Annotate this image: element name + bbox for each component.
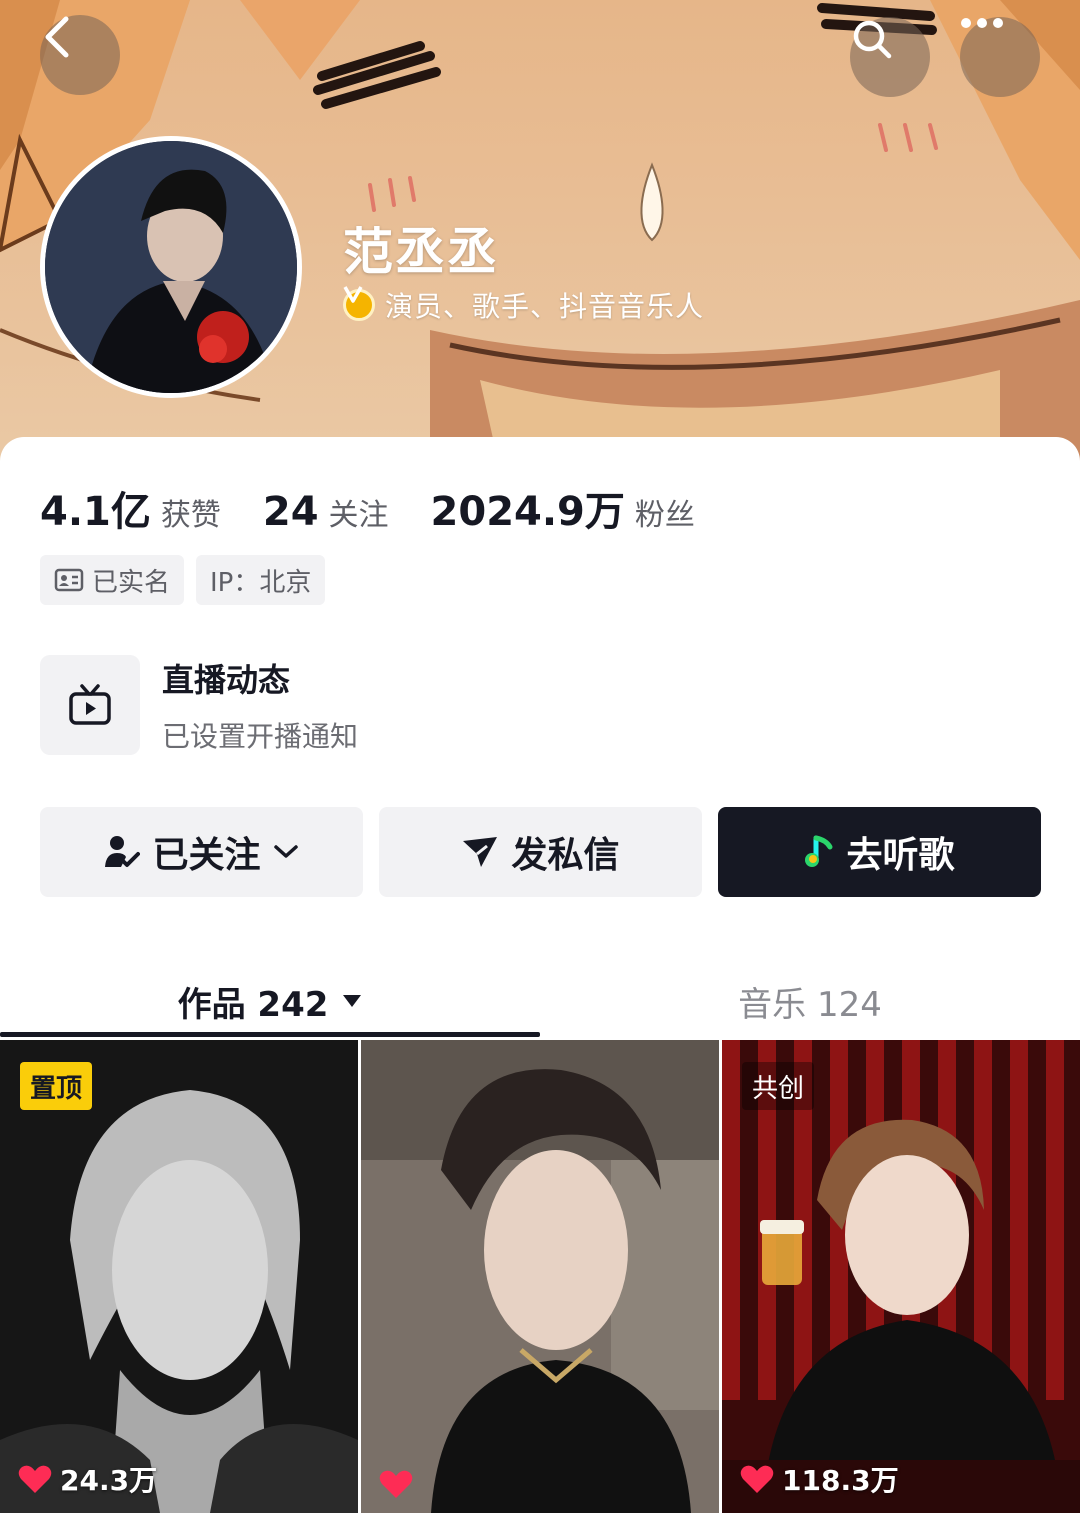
tab-music-label: 音乐 124 (738, 984, 882, 1025)
live-subtitle: 已设置开播通知 (162, 720, 359, 753)
more-options-button[interactable] (960, 17, 1040, 97)
user-check-icon (105, 836, 141, 867)
profile-banner: 范丞丞 演员、歌手、抖音音乐人 (0, 0, 1080, 470)
following-button[interactable]: 已关注 (40, 807, 363, 897)
listen-music-button[interactable]: 去听歌 (718, 807, 1041, 897)
video-tile[interactable]: 置顶 24.3万 (0, 1040, 358, 1513)
following-count[interactable]: 24 (263, 489, 319, 535)
verification-row: 演员、歌手、抖音音乐人 (343, 285, 704, 325)
real-name-tag: 已实名 (40, 555, 185, 605)
likes-count: 4.1亿 (40, 489, 151, 535)
co-creation-badge: 共创 (742, 1062, 815, 1110)
video-likes-count: 24.3万 (60, 1464, 158, 1497)
video-thumbnail (361, 1040, 719, 1513)
chevron-left-icon (45, 16, 69, 58)
avatar[interactable] (40, 136, 302, 398)
tab-music[interactable]: 音乐 124 (540, 962, 1080, 1040)
followers-count[interactable]: 2024.9万 (431, 479, 625, 537)
live-updates-entry[interactable]: 直播动态 已设置开播通知 (40, 655, 358, 755)
caret-down-icon (343, 995, 362, 1007)
real-name-text: 已实名 (92, 567, 171, 598)
live-icon-box (40, 655, 140, 755)
profile-tags: 已实名 IP：北京 (40, 555, 326, 605)
ip-text: IP：北京 (210, 567, 312, 598)
tab-works[interactable]: 作品 242 (0, 962, 540, 1040)
likes-label: 获赞 (160, 498, 221, 533)
video-likes: 24.3万 (18, 1459, 157, 1499)
verification-text: 演员、歌手、抖音音乐人 (385, 290, 705, 323)
ip-tag: IP：北京 (196, 555, 326, 605)
heart-icon (379, 1470, 413, 1498)
back-button[interactable] (40, 15, 120, 95)
verified-badge-icon (343, 286, 375, 321)
following-button-label: 已关注 (152, 835, 261, 876)
id-card-icon (54, 568, 84, 592)
action-buttons: 已关注 发私信 去听歌 (40, 807, 1041, 897)
music-note-icon (805, 835, 833, 867)
chevron-down-icon (273, 845, 298, 858)
heart-icon (740, 1465, 774, 1493)
message-button[interactable]: 发私信 (379, 807, 702, 897)
video-likes (379, 1469, 421, 1499)
message-button-label: 发私信 (511, 835, 620, 876)
search-button[interactable] (850, 17, 930, 97)
avatar-photo (45, 141, 297, 393)
tv-icon (69, 684, 111, 725)
video-likes: 118.3万 (740, 1459, 899, 1499)
video-thumbnail (0, 1040, 358, 1513)
video-tile[interactable]: 共创 118.3万 (722, 1040, 1080, 1513)
heart-icon (18, 1465, 52, 1493)
profile-name: 范丞丞 (343, 223, 499, 281)
following-label[interactable]: 关注 (329, 490, 389, 534)
video-grid: 置顶 24.3万 共创 118.3万 (0, 1040, 1080, 1513)
video-tile[interactable] (361, 1040, 719, 1513)
search-icon (853, 20, 892, 59)
live-title: 直播动态 (162, 661, 291, 699)
listen-music-button-label: 去听歌 (846, 835, 955, 876)
active-tab-indicator (0, 1032, 540, 1037)
video-thumbnail (722, 1040, 1080, 1513)
content-tabs: 作品 242 音乐 124 (0, 962, 1080, 1040)
tab-works-label: 作品 242 (177, 984, 329, 1025)
live-texts: 直播动态 已设置开播通知 (162, 655, 358, 755)
profile-card: 4.1亿 获赞 24 关注 2024.9万 粉丝 已实名 IP：北京 直播动态 … (0, 437, 1080, 1513)
pinned-badge: 置顶 (20, 1062, 93, 1110)
video-likes-count: 118.3万 (782, 1464, 899, 1497)
followers-label[interactable]: 粉丝 (635, 490, 695, 534)
stats-row: 4.1亿 获赞 24 关注 2024.9万 粉丝 (40, 479, 737, 537)
more-dots-icon (961, 18, 1003, 28)
send-icon (463, 837, 498, 867)
